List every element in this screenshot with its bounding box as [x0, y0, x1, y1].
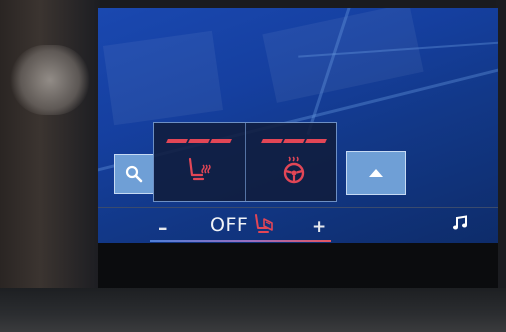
fan-status-label: OFF	[210, 214, 249, 236]
steering-heating-button[interactable]	[246, 123, 337, 201]
heating-popup	[153, 122, 337, 202]
map-area	[102, 30, 224, 126]
steering-heating-level	[260, 139, 327, 143]
seat-heating-icon	[188, 157, 211, 181]
bottom-bar	[98, 243, 498, 288]
reflection-glare	[10, 45, 90, 115]
search-icon	[125, 165, 143, 183]
seat-climate-icon[interactable]	[252, 212, 276, 236]
photo-frame: – OFF +	[0, 0, 506, 332]
chevron-up-icon	[369, 169, 383, 177]
search-button[interactable]	[114, 154, 154, 194]
steering-wheel-heating-icon	[283, 156, 304, 184]
fan-level-bar	[150, 240, 331, 242]
fan-decrease-button[interactable]: –	[158, 217, 168, 239]
seat-heating-level	[166, 139, 232, 143]
music-note-icon[interactable]	[452, 215, 468, 231]
expand-up-button[interactable]	[346, 151, 406, 195]
dashboard-trim	[0, 288, 506, 332]
seat-heating-button[interactable]	[154, 123, 246, 201]
fan-control: – OFF +	[148, 209, 333, 243]
divider	[98, 207, 498, 208]
fan-increase-button[interactable]: +	[312, 217, 326, 237]
